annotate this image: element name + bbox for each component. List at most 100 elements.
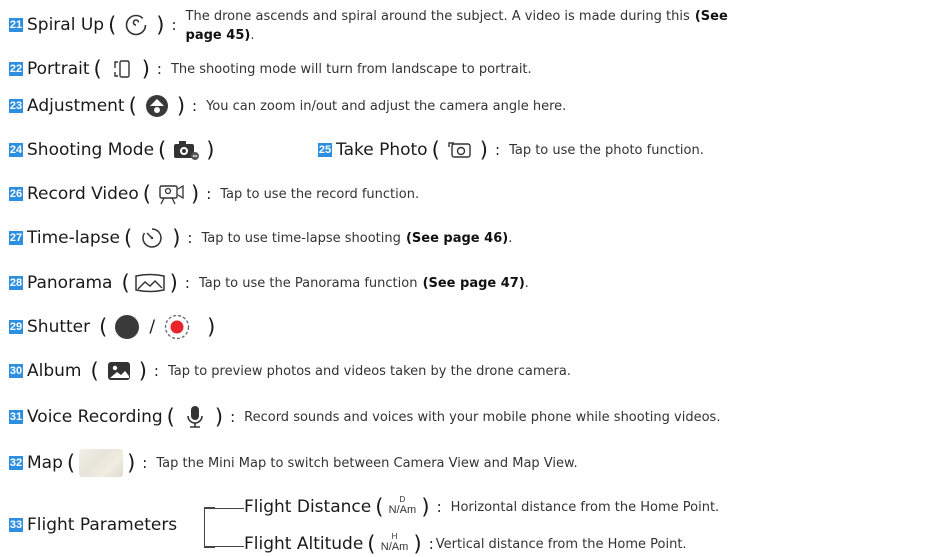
page-ref: (See page 47)	[422, 275, 525, 291]
close-paren: )	[206, 137, 215, 162]
item-album: 30 Album ( ) : Tap to preview photos and…	[9, 358, 571, 384]
flight-distance-description: Horizontal distance from the Home Point.	[450, 499, 720, 515]
adjustment-icon	[141, 93, 173, 119]
separator: /	[149, 316, 156, 337]
altitude-value: N/Am	[380, 541, 409, 553]
colon: :	[230, 408, 236, 426]
item-description: Tap the Mini Map to switch between Camer…	[156, 455, 578, 471]
shooting-mode-icon	[170, 137, 202, 163]
bracket-top-line	[204, 508, 244, 509]
distance-value: N/Am	[388, 504, 417, 516]
distance-letter: D	[399, 495, 406, 504]
open-paren: (	[93, 56, 102, 81]
item-description: Tap to use time-lapse shooting	[201, 230, 401, 246]
colon: :	[184, 274, 190, 292]
close-paren: )	[176, 93, 186, 118]
item-number: 28	[9, 276, 23, 290]
open-paren: (	[128, 93, 137, 118]
item-term: Take Photo	[336, 140, 428, 160]
colon: :	[495, 141, 501, 159]
item-number: 30	[9, 364, 23, 378]
microphone-icon	[179, 404, 211, 430]
item-description: You can zoom in/out and adjust the camer…	[206, 98, 567, 114]
album-icon	[103, 358, 135, 384]
colon: :	[192, 97, 198, 115]
item-description: Record sounds and voices with your mobil…	[244, 409, 721, 425]
item-take-photo: 25 Take Photo ( ) : Tap to use the photo…	[318, 137, 704, 163]
flight-altitude-term: Flight Altitude	[244, 534, 364, 554]
colon: :	[428, 535, 434, 553]
open-paren: (	[431, 137, 440, 162]
item-number: 25	[318, 143, 332, 157]
bracket-divider	[204, 507, 215, 548]
item-number: 21	[9, 18, 23, 32]
item-number: 31	[9, 410, 23, 424]
period: .	[508, 230, 513, 246]
close-paren: )	[172, 225, 181, 250]
timer-icon	[136, 225, 168, 251]
item-flight-parameters: 33 Flight Parameters	[9, 515, 177, 535]
item-description: Tap to use the Panorama function	[198, 275, 418, 291]
page-ref: (See page 46)	[405, 230, 509, 246]
item-number: 32	[9, 456, 23, 470]
see-page-ref: (See	[694, 9, 728, 24]
item-adjustment: 23 Adjustment ( ) : You can zoom in/out …	[9, 93, 566, 119]
item-spiral-up: 21 Spiral Up ( ) : The drone ascends and…	[9, 7, 728, 43]
open-paren: (	[158, 137, 167, 162]
item-number: 26	[9, 187, 23, 201]
item-term: Voice Recording	[27, 407, 163, 427]
colon: :	[436, 498, 442, 516]
bracket-bottom-line	[204, 546, 244, 547]
open-paren: (	[66, 450, 76, 475]
item-number: 27	[9, 231, 23, 245]
colon: :	[206, 185, 212, 203]
item-number: 23	[9, 99, 23, 113]
map-thumbnail	[79, 449, 124, 477]
colon: :	[142, 454, 148, 472]
altitude-letter: H	[391, 532, 398, 541]
item-term: Spiral Up	[27, 15, 105, 35]
item-term: Time-lapse	[27, 228, 120, 248]
page-ref: page 45)	[185, 28, 251, 43]
close-paren: )	[127, 450, 136, 475]
item-term: Portrait	[27, 59, 90, 79]
item-description: The drone ascends and spiral around the …	[185, 9, 690, 24]
item-number: 33	[9, 518, 23, 532]
record-shutter-icon	[161, 314, 193, 340]
item-time-lapse: 27 Time-lapse ( ) : Tap to use time-laps…	[9, 225, 512, 251]
item-term: Album	[27, 361, 82, 381]
altitude-indicator: H N/Am	[380, 531, 410, 557]
close-paren: )	[214, 404, 224, 429]
open-paren: (	[124, 225, 133, 250]
open-paren: (	[166, 404, 175, 429]
close-paren: )	[138, 358, 147, 383]
colon: :	[156, 60, 162, 78]
spiral-icon	[120, 12, 152, 38]
item-term: Shooting Mode	[27, 140, 155, 160]
flight-distance: Flight Distance ( D N/Am ) : Horizontal …	[244, 494, 719, 520]
item-term: Map	[27, 453, 63, 473]
panorama-icon	[134, 270, 166, 296]
colon: :	[171, 16, 177, 34]
colon: :	[153, 362, 159, 380]
close-paren: )	[207, 314, 216, 339]
close-paren: )	[169, 270, 178, 295]
portrait-icon	[106, 56, 138, 82]
close-paren: )	[141, 56, 150, 81]
close-paren: )	[479, 137, 488, 162]
shutter-icon	[111, 314, 143, 340]
open-paren: (	[142, 181, 151, 206]
item-portrait: 22 Portrait ( ) : The shooting mode will…	[9, 56, 532, 82]
close-paren: )	[190, 181, 200, 206]
colon: :	[187, 229, 193, 247]
close-paren: )	[413, 531, 422, 556]
close-paren: )	[421, 494, 430, 519]
item-record-video: 26 Record Video ( ) : Tap to use the rec…	[9, 181, 419, 207]
flight-altitude: Flight Altitude ( H N/Am ) : Vertical di…	[244, 531, 687, 557]
item-panorama: 28 Panorama ( ) : Tap to use the Panoram…	[9, 270, 529, 296]
item-description: Tap to use the photo function.	[509, 142, 704, 158]
item-voice-recording: 31 Voice Recording ( ) : Record sounds a…	[9, 404, 720, 430]
item-number: 29	[9, 320, 23, 334]
open-paren: (	[108, 12, 117, 37]
item-map: 32 Map ( ) : Tap the Mini Map to switch …	[9, 449, 578, 477]
